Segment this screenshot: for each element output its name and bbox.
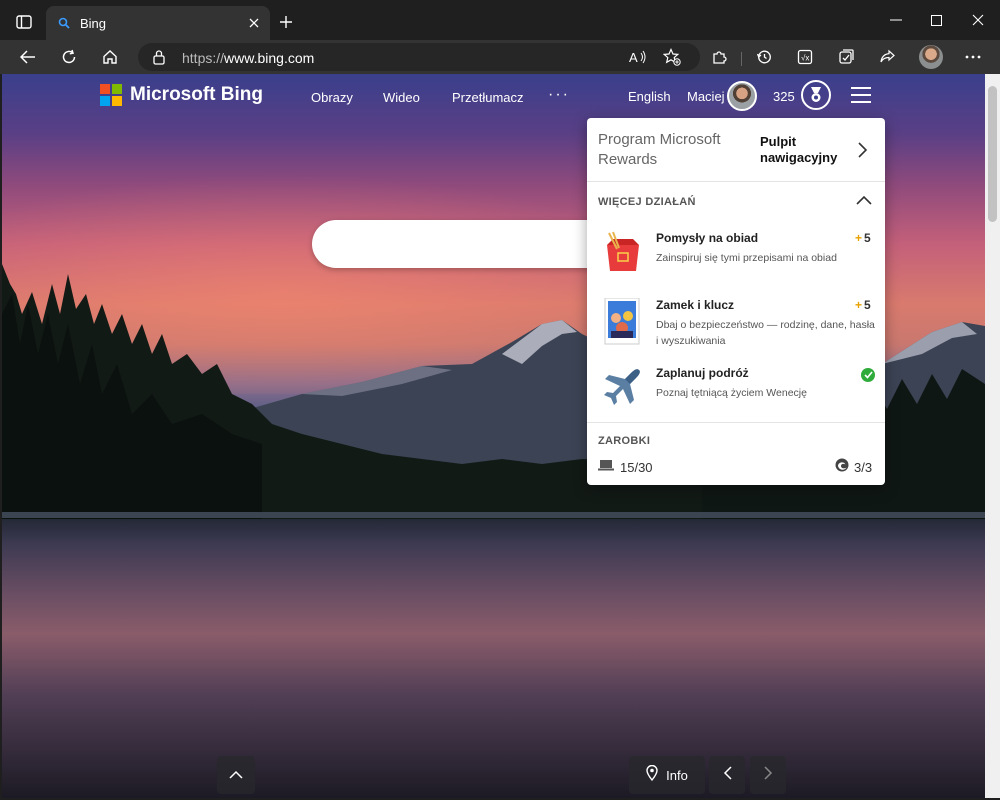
chevron-right-icon[interactable]	[855, 140, 869, 160]
read-aloud-icon[interactable]: A	[626, 45, 650, 69]
scrollbar-thumb[interactable]	[988, 86, 997, 222]
activity-title: Zamek i klucz	[656, 298, 735, 312]
chevron-left-icon	[723, 765, 732, 785]
next-image-button[interactable]	[750, 756, 786, 794]
edge-bonus-progress[interactable]: 3/3	[835, 458, 872, 477]
nav-more-button[interactable]: ···	[548, 86, 570, 104]
image-info-button[interactable]: Info	[629, 756, 705, 794]
bing-homepage: Microsoft Bing Obrazy Wideo Przetłumacz …	[2, 74, 985, 798]
web-capture-icon[interactable]: √x	[791, 43, 819, 71]
language-toggle[interactable]: English	[628, 89, 671, 104]
chevron-up-icon[interactable]	[854, 193, 874, 207]
activity-dinner-ideas[interactable]: Pomysły na obiad Zainspiruj się tymi prz…	[587, 231, 885, 299]
url-text: https://www.bing.com	[182, 50, 315, 66]
logo-text: Microsoft Bing	[130, 84, 263, 105]
extensions-icon[interactable]	[705, 43, 733, 71]
info-label: Info	[666, 767, 688, 783]
activity-description: Dbaj o bezpieczeństwo — rodzinę, dane, h…	[656, 319, 875, 347]
scroll-up-button[interactable]	[217, 756, 255, 794]
microsoft-logo-icon	[100, 84, 122, 106]
activity-description: Poznaj tętniącą życiem Wenecję	[656, 387, 807, 399]
laptop-icon	[598, 458, 614, 476]
browser-tab-bing[interactable]: Bing	[46, 6, 270, 40]
svg-text:A: A	[629, 50, 638, 64]
menu-icon[interactable]	[851, 87, 871, 103]
share-icon[interactable]	[873, 43, 901, 71]
plus-icon[interactable]	[274, 10, 298, 34]
completed-check-icon	[861, 368, 875, 382]
pc-search-value: 15/30	[620, 459, 653, 475]
activity-title: Pomysły na obiad	[656, 231, 759, 245]
dashboard-link[interactable]: Pulpit nawigacyjny	[760, 134, 860, 166]
search-input[interactable]	[312, 220, 602, 268]
browser-toolbar: https://www.bing.com A √x	[0, 40, 1000, 74]
rewards-points[interactable]: 325	[773, 89, 795, 104]
nav-translate[interactable]: Przetłumacz	[452, 90, 524, 105]
divider	[587, 422, 885, 423]
page-scrollbar[interactable]	[985, 74, 1000, 798]
tab-actions-icon[interactable]	[10, 8, 38, 36]
user-name[interactable]: Maciej	[687, 89, 725, 104]
history-icon[interactable]	[750, 43, 778, 71]
nav-images[interactable]: Obrazy	[311, 90, 353, 105]
window-close-icon[interactable]	[964, 8, 992, 32]
close-icon[interactable]	[246, 15, 262, 31]
minimize-icon[interactable]	[882, 8, 910, 32]
rewards-program-title: Program Microsoft Rewards	[598, 131, 721, 168]
add-favorite-icon[interactable]	[660, 45, 684, 69]
more-actions-heading: WIĘCEJ DZIAŁAŃ	[598, 196, 696, 208]
tab-title: Bing	[80, 16, 107, 31]
pc-search-progress[interactable]: 15/30	[598, 458, 653, 476]
activity-points: +5	[855, 298, 871, 312]
profile-avatar[interactable]	[919, 45, 943, 69]
rewards-flyout: Program Microsoft Rewards Pulpit nawigac…	[587, 118, 885, 485]
maximize-icon[interactable]	[922, 8, 950, 32]
home-icon[interactable]	[96, 43, 124, 71]
svg-text:√x: √x	[801, 54, 809, 63]
user-avatar[interactable]	[727, 81, 757, 111]
family-photo-icon	[603, 297, 643, 345]
activity-lock-and-key[interactable]: Zamek i klucz Dbaj o bezpieczeństwo — ro…	[587, 297, 885, 366]
rewards-medal-icon[interactable]	[801, 80, 831, 110]
earnings-heading: ZAROBKI	[598, 435, 651, 447]
microsoft-bing-logo[interactable]: Microsoft Bing	[100, 84, 263, 106]
rewards-flyout-header: Program Microsoft Rewards Pulpit nawigac…	[587, 118, 885, 182]
edge-bonus-value: 3/3	[854, 460, 873, 475]
back-arrow-icon[interactable]	[14, 43, 42, 71]
lock-icon[interactable]	[152, 49, 166, 70]
nav-video[interactable]: Wideo	[383, 90, 420, 105]
toolbar-separator	[741, 52, 742, 66]
edge-logo-icon	[835, 458, 849, 477]
previous-image-button[interactable]	[709, 756, 745, 794]
bing-search-icon	[58, 16, 70, 34]
activity-title: Zaplanuj podróż	[656, 366, 749, 380]
chevron-right-icon	[763, 765, 773, 785]
activity-points: +5	[855, 231, 871, 245]
more-icon[interactable]	[959, 43, 987, 71]
address-bar[interactable]: https://www.bing.com A	[138, 43, 700, 71]
activity-plan-trip[interactable]: Zaplanuj podróż Poznaj tętniącą życiem W…	[587, 366, 885, 434]
chevron-up-icon	[229, 766, 243, 784]
airplane-icon	[603, 366, 643, 408]
activity-description: Zainspiruj się tymi przepisami na obiad	[656, 252, 837, 264]
location-pin-icon	[646, 764, 658, 786]
collections-icon[interactable]	[832, 43, 860, 71]
takeout-box-icon	[603, 231, 643, 273]
browser-title-bar: Bing	[0, 0, 1000, 40]
refresh-icon[interactable]	[55, 43, 83, 71]
